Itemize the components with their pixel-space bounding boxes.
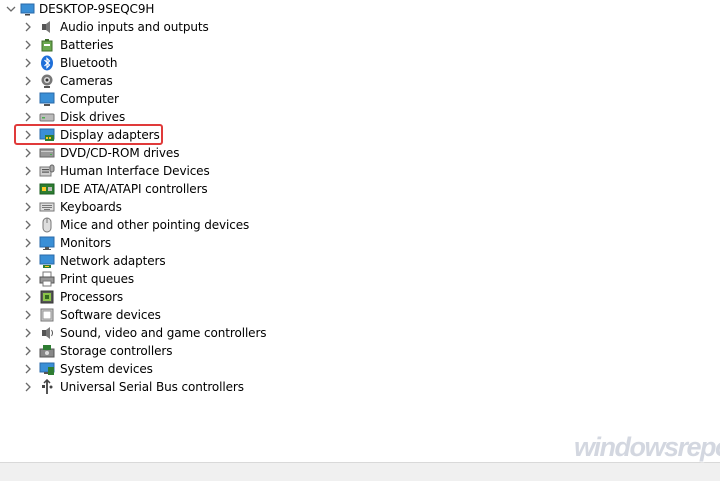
chevron-right-icon[interactable] bbox=[21, 20, 35, 34]
tree-item-processors[interactable]: Processors bbox=[0, 288, 123, 306]
chevron-right-icon[interactable] bbox=[21, 38, 35, 52]
chevron-right-icon[interactable] bbox=[21, 146, 35, 160]
tree-item-cameras[interactable]: Cameras bbox=[0, 72, 113, 90]
tree-item-label: Human Interface Devices bbox=[60, 164, 210, 178]
chevron-right-icon[interactable] bbox=[21, 218, 35, 232]
tree-item-label: Batteries bbox=[60, 38, 114, 52]
processor-icon bbox=[39, 289, 55, 305]
tree-item-label: IDE ATA/ATAPI controllers bbox=[60, 182, 208, 196]
tree-item-bluetooth[interactable]: Bluetooth bbox=[0, 54, 117, 72]
tree-item-monitors[interactable]: Monitors bbox=[0, 234, 111, 252]
tree-item-print-queues[interactable]: Print queues bbox=[0, 270, 134, 288]
computer-root-icon bbox=[20, 1, 36, 17]
tree-item-ide-ata-atapi-controllers[interactable]: IDE ATA/ATAPI controllers bbox=[0, 180, 208, 198]
tree-root-label: DESKTOP-9SEQC9H bbox=[39, 2, 155, 16]
ide-controller-icon bbox=[39, 181, 55, 197]
tree-item-sound-video-and-game-controllers[interactable]: Sound, video and game controllers bbox=[0, 324, 267, 342]
tree-item-storage-controllers[interactable]: Storage controllers bbox=[0, 342, 172, 360]
tree-item-system-devices[interactable]: System devices bbox=[0, 360, 153, 378]
tree-item-label: Keyboards bbox=[60, 200, 122, 214]
tree-item-label: Network adapters bbox=[60, 254, 166, 268]
tree-item-human-interface-devices[interactable]: Human Interface Devices bbox=[0, 162, 210, 180]
watermark-logo: windowsreport bbox=[574, 432, 720, 462]
chevron-right-icon[interactable] bbox=[21, 308, 35, 322]
chevron-right-icon[interactable] bbox=[21, 326, 35, 340]
tree-item-label: Universal Serial Bus controllers bbox=[60, 380, 244, 394]
printer-icon bbox=[39, 271, 55, 287]
dvd-drive-icon bbox=[39, 145, 55, 161]
hid-icon bbox=[39, 163, 55, 179]
tree-item-software-devices[interactable]: Software devices bbox=[0, 306, 161, 324]
monitor-icon bbox=[39, 235, 55, 251]
tree-item-label: Sound, video and game controllers bbox=[60, 326, 267, 340]
chevron-right-icon[interactable] bbox=[21, 74, 35, 88]
tree-item-mice-and-other-pointing-devices[interactable]: Mice and other pointing devices bbox=[0, 216, 249, 234]
chevron-right-icon[interactable] bbox=[21, 254, 35, 268]
storage-controller-icon bbox=[39, 343, 55, 359]
chevron-right-icon[interactable] bbox=[21, 182, 35, 196]
highlight-annotation bbox=[14, 124, 163, 145]
tree-item-audio-inputs-and-outputs[interactable]: Audio inputs and outputs bbox=[0, 18, 209, 36]
chevron-right-icon[interactable] bbox=[21, 92, 35, 106]
tree-item-computer[interactable]: Computer bbox=[0, 90, 119, 108]
chevron-right-icon[interactable] bbox=[21, 380, 35, 394]
tree-item-universal-serial-bus-controllers[interactable]: Universal Serial Bus controllers bbox=[0, 378, 244, 396]
disk-drive-icon bbox=[39, 109, 55, 125]
chevron-right-icon[interactable] bbox=[21, 110, 35, 124]
sound-controller-icon bbox=[39, 325, 55, 341]
chevron-right-icon[interactable] bbox=[21, 290, 35, 304]
chevron-right-icon[interactable] bbox=[21, 344, 35, 358]
chevron-right-icon[interactable] bbox=[21, 362, 35, 376]
chevron-right-icon[interactable] bbox=[21, 200, 35, 214]
software-device-icon bbox=[39, 307, 55, 323]
tree-item-label: Print queues bbox=[60, 272, 135, 286]
battery-icon bbox=[39, 37, 55, 53]
chevron-right-icon[interactable] bbox=[21, 236, 35, 250]
tree-item-label: System devices bbox=[60, 362, 153, 376]
keyboard-icon bbox=[39, 199, 55, 215]
system-device-icon bbox=[39, 361, 55, 377]
device-tree: DESKTOP-9SEQC9H Audio inputs and outputs… bbox=[0, 0, 720, 462]
bluetooth-icon bbox=[39, 55, 55, 71]
tree-root-node[interactable]: DESKTOP-9SEQC9H bbox=[0, 0, 154, 18]
network-adapter-icon bbox=[39, 253, 55, 269]
tree-item-label: Monitors bbox=[60, 236, 112, 250]
tree-item-label: Storage controllers bbox=[60, 344, 173, 358]
tree-item-label: Cameras bbox=[60, 74, 113, 88]
mouse-icon bbox=[39, 217, 55, 233]
tree-item-label: Computer bbox=[60, 92, 119, 106]
tree-item-label: Audio inputs and outputs bbox=[60, 20, 209, 34]
tree-item-label: Software devices bbox=[60, 308, 161, 322]
tree-item-keyboards[interactable]: Keyboards bbox=[0, 198, 122, 216]
usb-icon bbox=[39, 379, 55, 395]
tree-item-dvd-cd-rom-drives[interactable]: DVD/CD-ROM drives bbox=[0, 144, 179, 162]
tree-item-label: Processors bbox=[60, 290, 124, 304]
tree-item-batteries[interactable]: Batteries bbox=[0, 36, 113, 54]
chevron-right-icon[interactable] bbox=[21, 56, 35, 70]
tree-item-label: Mice and other pointing devices bbox=[60, 218, 250, 232]
chevron-right-icon[interactable] bbox=[21, 272, 35, 286]
computer-icon bbox=[39, 91, 55, 107]
chevron-down-icon[interactable] bbox=[4, 2, 18, 16]
speaker-icon bbox=[39, 19, 55, 35]
tree-item-network-adapters[interactable]: Network adapters bbox=[0, 252, 166, 270]
chevron-right-icon[interactable] bbox=[21, 164, 35, 178]
camera-icon bbox=[39, 73, 55, 89]
tree-item-label: DVD/CD-ROM drives bbox=[60, 146, 180, 160]
tree-item-label: Bluetooth bbox=[60, 56, 118, 70]
